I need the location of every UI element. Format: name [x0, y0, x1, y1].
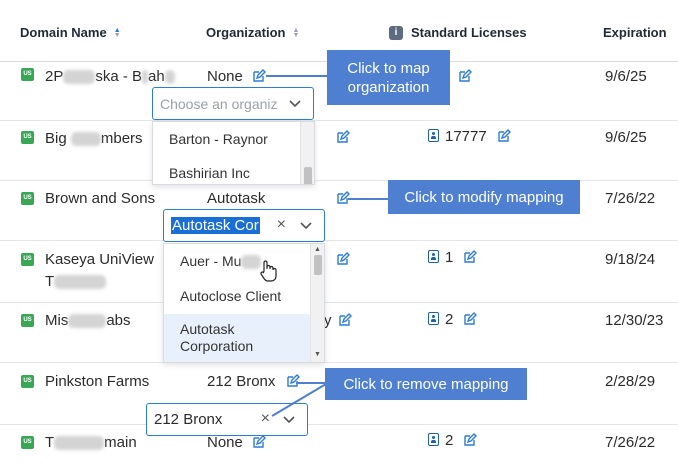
edit-icon[interactable]: [497, 129, 511, 143]
column-header-licenses: i Standard Licenses: [389, 25, 527, 40]
column-header-expiration[interactable]: Expiration: [603, 25, 667, 40]
domain-name[interactable]: Mis abs: [45, 312, 131, 329]
dropdown-option[interactable]: Barton - Raynor: [153, 131, 300, 147]
dropdown-option[interactable]: Auer - Mu: [164, 253, 310, 270]
license-icon: [428, 250, 439, 263]
us-flag-badge: US: [21, 375, 34, 388]
domain-name[interactable]: Pinkston Farms: [45, 373, 149, 390]
info-icon[interactable]: i: [389, 25, 403, 40]
edit-icon[interactable]: [252, 69, 266, 83]
expiration-date: 9/6/25: [605, 129, 647, 146]
license-count: 1: [428, 249, 453, 266]
dropdown-option[interactable]: Autoclose Client: [164, 288, 310, 304]
scrollbar[interactable]: [300, 122, 314, 184]
license-icon: [428, 312, 439, 325]
expiration-date: 9/6/25: [605, 68, 647, 85]
scrollbar[interactable]: ▲ ▼: [310, 244, 324, 362]
dropdown-option[interactable]: Bashirian Inc: [153, 165, 300, 181]
scroll-up-arrow[interactable]: ▲: [314, 246, 321, 253]
row-divider: [0, 424, 678, 425]
us-flag-badge: US: [21, 131, 34, 144]
organization-value: None: [207, 434, 243, 451]
organization-value: y: [324, 312, 332, 329]
expiration-date: 7/26/22: [605, 434, 656, 451]
callout-modify-mapping: Click to modify mapping: [388, 180, 580, 214]
domain-name[interactable]: Kaseya UniView: [45, 251, 154, 268]
domain-name[interactable]: Tmain: [45, 434, 137, 451]
edit-icon[interactable]: [463, 312, 477, 326]
domain-name[interactable]: Brown and Sons: [45, 190, 155, 207]
expiration-date: 2/28/29: [605, 373, 656, 390]
scroll-thumb[interactable]: [304, 167, 312, 184]
redacted-text: [164, 70, 175, 85]
domain-name[interactable]: 2P ska - Bah: [45, 68, 175, 85]
chevron-down-icon[interactable]: [287, 96, 303, 112]
row-divider: [0, 120, 678, 121]
callout-remove-mapping: Click to remove mapping: [325, 368, 527, 400]
sort-asc-icon[interactable]: ▲ ▼: [114, 27, 121, 39]
callout-connector: [266, 75, 328, 77]
row-divider: [0, 362, 678, 363]
expiration-date: 12/30/23: [605, 312, 664, 329]
edit-icon[interactable]: [463, 250, 477, 264]
us-flag-badge: US: [21, 314, 34, 327]
chevron-down-icon[interactable]: [298, 218, 314, 234]
redacted-text: [54, 275, 107, 290]
row-divider: [0, 240, 678, 241]
scroll-thumb[interactable]: [314, 255, 322, 275]
us-flag-badge: US: [21, 192, 34, 205]
domain-name[interactable]: Big mbers: [45, 130, 143, 147]
us-flag-badge: US: [21, 253, 34, 266]
redacted-text: [68, 314, 107, 329]
column-header-domain[interactable]: Domain Name ▲ ▼: [20, 25, 121, 40]
edit-icon[interactable]: [252, 435, 266, 449]
clear-icon[interactable]: ×: [277, 216, 286, 234]
row-divider: [0, 302, 678, 303]
edit-icon[interactable]: [458, 69, 472, 83]
redacted-text: [63, 70, 96, 85]
scroll-down-arrow[interactable]: ▼: [314, 351, 321, 358]
license-count: 2: [428, 311, 453, 328]
dropdown-option-selected[interactable]: Autotask Corporation: [164, 314, 312, 362]
license-count: 2: [428, 432, 453, 449]
column-header-organization[interactable]: Organization ▲ ▼: [206, 25, 299, 40]
expiration-date: 9/18/24: [605, 251, 656, 268]
license-icon: [428, 433, 439, 446]
edit-icon[interactable]: [336, 252, 350, 266]
redacted-text: [70, 132, 101, 147]
domain-name-line2: T: [45, 273, 107, 290]
organization-select[interactable]: Choose an organiz: [152, 87, 314, 120]
organization-select[interactable]: Autotask Cor ×: [163, 209, 325, 242]
organization-value: 212 Bronx: [207, 373, 276, 390]
license-count: 17777: [428, 128, 487, 145]
callout-map-organization: Click to map organization: [327, 50, 450, 105]
organization-dropdown: Auer - Mu Autoclose Client Autotask Corp…: [163, 243, 325, 363]
edit-icon[interactable]: [463, 433, 477, 447]
organization-value: Autotask: [207, 190, 266, 207]
callout-connector: [296, 382, 326, 384]
us-flag-badge: US: [21, 436, 34, 449]
redacted-text: [142, 70, 149, 85]
expiration-date: 7/26/22: [605, 190, 656, 207]
us-flag-badge: US: [21, 68, 34, 81]
license-icon: [428, 129, 439, 142]
callout-connector: [348, 198, 388, 200]
edit-icon[interactable]: [336, 130, 350, 144]
edit-icon[interactable]: [338, 313, 352, 327]
organization-dropdown: Barton - Raynor Bashirian Inc: [152, 121, 315, 185]
organization-value: None: [207, 68, 243, 85]
hand-cursor-icon: [260, 260, 277, 282]
clear-icon[interactable]: ×: [261, 410, 270, 428]
sort-icon[interactable]: ▲ ▼: [292, 27, 299, 39]
callout-connector: [271, 383, 327, 417]
redacted-text: [54, 436, 105, 451]
